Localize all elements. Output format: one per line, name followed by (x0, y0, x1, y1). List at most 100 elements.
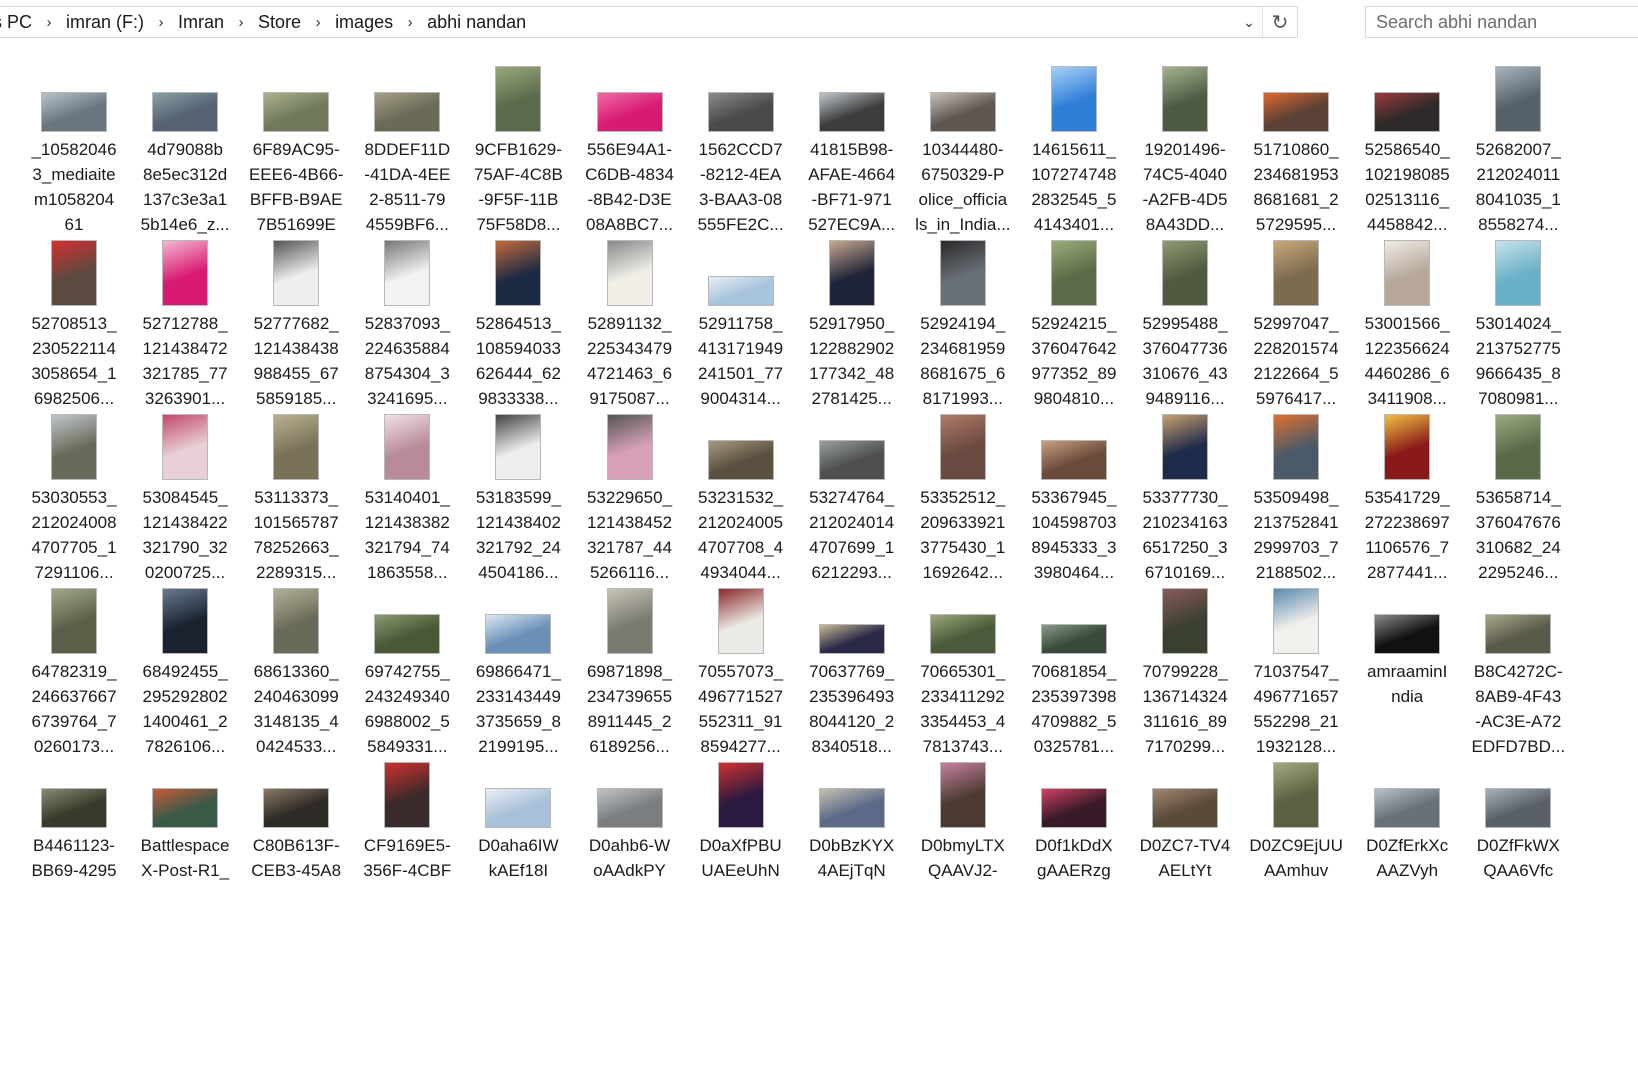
file-item[interactable]: B8C4272C- 8AB9-4F43 -AC3E-A72 EDFD7BD... (1460, 582, 1576, 759)
file-thumbnail[interactable] (818, 624, 885, 654)
file-name[interactable]: D0f1kDdX gAAERzg (1016, 833, 1132, 883)
file-thumbnail[interactable] (41, 788, 107, 828)
file-thumbnail[interactable] (1162, 588, 1208, 654)
file-thumbnail[interactable] (162, 240, 209, 306)
file-thumbnail[interactable] (273, 414, 320, 480)
chevron-right-icon[interactable]: › (402, 14, 418, 31)
file-name[interactable]: B4461123- BB69-4295 (16, 833, 132, 883)
file-thumbnail[interactable] (273, 240, 320, 306)
file-name[interactable]: 53541729_ 272238697 1106576_7 2877441... (1349, 485, 1465, 585)
file-item[interactable]: 52917950_ 122882902 177342_48 2781425... (794, 234, 910, 411)
file-thumbnail[interactable] (1495, 66, 1542, 132)
file-name[interactable]: D0bBzKYX 4AEjTqN (794, 833, 910, 883)
file-thumbnail[interactable] (152, 92, 219, 132)
file-item[interactable]: 52586540_ 102198085 02513116_ 4458842... (1349, 60, 1465, 237)
file-thumbnail[interactable] (485, 614, 552, 654)
file-thumbnail[interactable] (606, 240, 653, 306)
file-thumbnail[interactable] (51, 240, 97, 306)
file-item[interactable]: D0ZfFkWX QAA6Vfc (1460, 756, 1576, 883)
file-name[interactable]: 14615611_ 107274748 2832545_5 4143401... (1016, 137, 1132, 237)
file-name[interactable]: C80B613F- CEB3-45A8 (238, 833, 354, 883)
breadcrumb-item[interactable]: imran (F:) (57, 7, 153, 37)
file-name[interactable]: _10582046 3_mediaite m1058204 61 (16, 137, 132, 237)
file-item[interactable]: 52891132_ 225343479 4721463_6 9175087... (572, 234, 688, 411)
file-name[interactable]: 53352512_ 209633921 3775430_1 1692642... (905, 485, 1021, 585)
file-item[interactable]: 53229650_ 121438452 321787_44 5266116... (572, 408, 688, 585)
file-item[interactable]: 70665301_ 233411292 3354453_4 7813743... (905, 582, 1021, 759)
file-thumbnail[interactable] (1263, 92, 1330, 132)
file-name[interactable]: D0ZC9EjUU AAmhuv (1238, 833, 1354, 883)
file-thumbnail[interactable] (939, 414, 986, 480)
file-name[interactable]: 71037547_ 496771657 552298_21 1932128... (1238, 659, 1354, 759)
file-item[interactable]: 52924194_ 234681959 8681675_6 8171993... (905, 234, 1021, 411)
file-name[interactable]: 52917950_ 122882902 177342_48 2781425... (794, 311, 910, 411)
file-item[interactable]: 52924215_ 376047642 977352_89 9804810... (1016, 234, 1132, 411)
file-name[interactable]: 53140401_ 121438382 321794_74 1863558... (349, 485, 465, 585)
file-item[interactable]: 53541729_ 272238697 1106576_7 2877441... (1349, 408, 1465, 585)
file-item[interactable]: 53030553_ 212024008 4707705_1 7291106... (16, 408, 132, 585)
file-thumbnail[interactable] (1273, 240, 1320, 306)
file-item[interactable]: 53509498_ 213752841 2999703_7 2188502... (1238, 408, 1354, 585)
chevron-right-icon[interactable]: › (41, 14, 57, 31)
file-thumbnail[interactable] (1374, 614, 1441, 654)
file-thumbnail[interactable] (495, 414, 542, 480)
file-name[interactable]: 53658714_ 376047676 310682_24 2295246... (1460, 485, 1576, 585)
file-item[interactable]: D0ZC7-TV4 AELtYt (1127, 756, 1243, 883)
file-item[interactable]: 53377730_ 210234163 6517250_3 6710169... (1127, 408, 1243, 585)
file-name[interactable]: 19201496- 74C5-4040 -A2FB-4D5 8A43DD... (1127, 137, 1243, 237)
file-thumbnail[interactable] (51, 588, 97, 654)
file-thumbnail[interactable] (1495, 414, 1542, 480)
file-name[interactable]: D0aha6IW kAEf18I (460, 833, 576, 883)
chevron-right-icon[interactable]: › (310, 14, 326, 31)
file-item[interactable]: 70557073_ 496771527 552311_91 8594277... (683, 582, 799, 759)
file-thumbnail[interactable] (1050, 66, 1097, 132)
file-name[interactable]: 52864513_ 108594033 626444_62 9833338... (460, 311, 576, 411)
file-name[interactable]: 53229650_ 121438452 321787_44 5266116... (572, 485, 688, 585)
file-thumbnail[interactable] (162, 588, 209, 654)
file-name[interactable]: 4d79088b 8e5ec312d 137c3e3a1 5b14e6_z... (127, 137, 243, 237)
file-item[interactable]: 53001566_ 122356624 4460286_6 3411908... (1349, 234, 1465, 411)
file-item[interactable]: 52682007_ 212024011 8041035_1 8558274... (1460, 60, 1576, 237)
file-item[interactable]: 52997047_ 228201574 2122664_5 5976417... (1238, 234, 1354, 411)
file-thumbnail[interactable] (162, 414, 209, 480)
file-thumbnail[interactable] (939, 762, 986, 828)
file-item[interactable]: 53274764_ 212024014 4707699_1 6212293... (794, 408, 910, 585)
file-name[interactable]: 51710860_ 234681953 8681681_2 5729595... (1238, 137, 1354, 237)
file-item[interactable]: _10582046 3_mediaite m1058204 61 (16, 60, 132, 237)
file-name[interactable]: 70637769_ 235396493 8044120_2 8340518... (794, 659, 910, 759)
file-thumbnail[interactable] (1273, 762, 1320, 828)
file-thumbnail[interactable] (818, 92, 885, 132)
file-thumbnail[interactable] (717, 762, 764, 828)
file-name[interactable]: 8DDEF11D -41DA-4EE 2-8511-79 4559BF6... (349, 137, 465, 237)
file-item[interactable]: 71037547_ 496771657 552298_21 1932128... (1238, 582, 1354, 759)
breadcrumb-item[interactable]: Store (249, 7, 310, 37)
file-thumbnail[interactable] (707, 440, 774, 480)
file-name[interactable]: D0ahb6-W oAAdkPY (572, 833, 688, 883)
file-item[interactable]: 69742755_ 243249340 6988002_5 5849331... (349, 582, 465, 759)
file-name[interactable]: 70557073_ 496771527 552311_91 8594277... (683, 659, 799, 759)
file-name[interactable]: 52891132_ 225343479 4721463_6 9175087... (572, 311, 688, 411)
file-item[interactable]: Battlespace X-Post-R1_ (127, 756, 243, 883)
file-item[interactable]: B4461123- BB69-4295 (16, 756, 132, 883)
file-name[interactable]: 53183599_ 121438402 321792_24 4504186... (460, 485, 576, 585)
file-name[interactable]: 53084545_ 121438422 321790_32 0200725... (127, 485, 243, 585)
file-thumbnail[interactable] (596, 788, 663, 828)
file-thumbnail[interactable] (818, 788, 885, 828)
file-thumbnail[interactable] (374, 92, 441, 132)
file-item[interactable]: D0aha6IW kAEf18I (460, 756, 576, 883)
file-name[interactable]: 69871898_ 234739655 8911445_2 6189256... (572, 659, 688, 759)
file-item[interactable]: 8DDEF11D -41DA-4EE 2-8511-79 4559BF6... (349, 60, 465, 237)
file-item[interactable]: 52864513_ 108594033 626444_62 9833338... (460, 234, 576, 411)
file-thumbnail[interactable] (1162, 66, 1208, 132)
file-thumbnail[interactable] (1495, 240, 1542, 306)
search-box[interactable] (1365, 6, 1638, 38)
file-name[interactable]: 52586540_ 102198085 02513116_ 4458842... (1349, 137, 1465, 237)
file-name[interactable]: 53001566_ 122356624 4460286_6 3411908... (1349, 311, 1465, 411)
breadcrumb-item[interactable]: abhi nandan (418, 7, 535, 37)
address-bar[interactable]: s PC›imran (F:)›Imran›Store›images›abhi … (0, 6, 1298, 38)
file-item[interactable]: 52911758_ 413171949 241501_77 9004314... (683, 234, 799, 411)
file-name[interactable]: 70799228_ 136714324 311616_89 7170299... (1127, 659, 1243, 759)
file-item[interactable]: 69866471_ 233143449 3735659_8 2199195... (460, 582, 576, 759)
file-thumbnail[interactable] (1152, 788, 1218, 828)
file-item[interactable]: 10344480- 6750329-P olice_officia ls_in_… (905, 60, 1021, 237)
